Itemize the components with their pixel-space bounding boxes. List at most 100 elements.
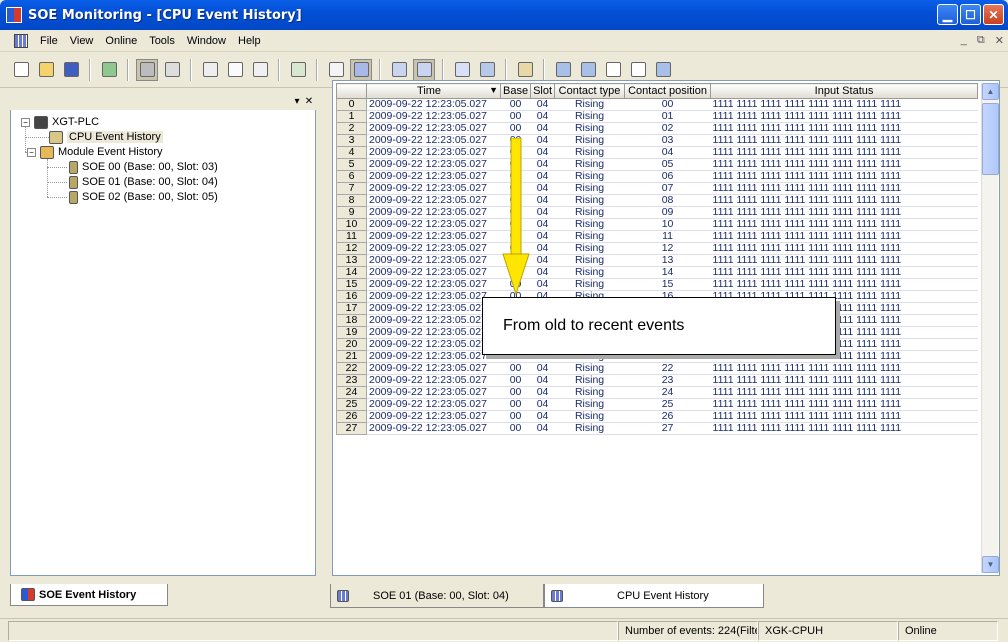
cell-contact-position: 05: [624, 158, 711, 171]
header-contact-position[interactable]: Contact position: [624, 83, 712, 99]
mdi-restore-icon[interactable]: ⧉: [977, 34, 985, 47]
mdi-close-icon[interactable]: ✕: [995, 34, 1004, 47]
tree-node-soe-02[interactable]: SOE 02 (Base: 00, Slot: 05): [69, 190, 218, 204]
tree-node-label: SOE 00 (Base: 00, Slot: 03): [82, 161, 218, 173]
table-row[interactable]: 27 2009-09-22 12:23:05.027 00 04 Rising 27 111…: [336, 422, 978, 435]
cell-slot: 04: [530, 146, 555, 159]
menu-help[interactable]: Help: [232, 35, 267, 47]
tile-icon[interactable]: [577, 59, 599, 81]
cell-base: 00: [500, 362, 531, 375]
menu-file[interactable]: File: [34, 35, 64, 47]
toolbar-separator: [543, 58, 545, 81]
cell-time: 2009-09-22 12:23:05.027: [366, 182, 501, 195]
sort-ascending-icon[interactable]: [388, 59, 410, 81]
soe-app-icon: [6, 7, 22, 23]
table-row[interactable]: 72009-09-22 12:23:05.0270004Rising071111…: [336, 182, 978, 195]
tab-cpu-event-history[interactable]: CPU Event History: [544, 584, 764, 608]
cell-input-status: 1111 1111 1111 1111 1111 1111 1111 1111: [710, 422, 978, 435]
open-folder-icon[interactable]: [35, 59, 57, 81]
table-row[interactable]: 62009-09-22 12:23:05.0270004Rising061111…: [336, 170, 978, 183]
copy-icon[interactable]: [224, 59, 246, 81]
tree-node-module-event-history[interactable]: − Module Event History: [27, 145, 163, 159]
scroll-thumb[interactable]: [982, 103, 999, 175]
scroll-up-icon[interactable]: ▲: [982, 83, 999, 100]
mdi-minimize-icon[interactable]: _: [961, 34, 967, 47]
table-row[interactable]: 102009-09-22 12:23:05.0270004Rising10111…: [336, 218, 978, 231]
export-excel-icon[interactable]: [98, 59, 120, 81]
table-row[interactable]: 132009-09-22 12:23:05.0270004Rising13111…: [336, 254, 978, 267]
table-row[interactable]: 92009-09-22 12:23:05.0270004Rising091111…: [336, 206, 978, 219]
table-row[interactable]: 0 2009-09-22 12:23:05.027 00 04 Rising 00 1111…: [336, 98, 978, 111]
print-icon[interactable]: [136, 58, 158, 81]
event-table: Time ▼ Base Slot Contact type Contact po…: [336, 83, 978, 435]
table-row[interactable]: 25 2009-09-22 12:23:05.027 00 04 Rising 25 111…: [336, 398, 978, 411]
header-input-status[interactable]: Input Status: [710, 83, 978, 99]
header-time[interactable]: Time ▼: [366, 83, 501, 99]
refresh-icon[interactable]: [451, 59, 473, 81]
new-file-icon[interactable]: [10, 59, 32, 81]
tab-soe-01[interactable]: SOE 01 (Base: 00, Slot: 04): [330, 584, 544, 608]
table-row[interactable]: 32009-09-22 12:23:05.0270004Rising031111…: [336, 134, 978, 147]
table-row[interactable]: 82009-09-22 12:23:05.0270004Rising081111…: [336, 194, 978, 207]
collapse-icon[interactable]: −: [27, 147, 36, 157]
excel-icon[interactable]: [249, 59, 271, 81]
header-slot[interactable]: Slot: [530, 83, 556, 99]
table-row[interactable]: 42009-09-22 12:23:05.0270004Rising041111…: [336, 146, 978, 159]
cell-contact-type: Rising: [554, 278, 625, 291]
vertical-icon[interactable]: [627, 59, 649, 81]
table-row[interactable]: 2 2009-09-22 12:23:05.027 00 04 Rising 02 1111…: [336, 122, 978, 135]
table-row[interactable]: 52009-09-22 12:23:05.0270004Rising051111…: [336, 158, 978, 171]
menu-view[interactable]: View: [64, 35, 100, 47]
edit-icon[interactable]: [199, 59, 221, 81]
table-row[interactable]: 22 2009-09-22 12:23:05.027 00 04 Rising 22 111…: [336, 362, 978, 375]
table-row[interactable]: 1 2009-09-22 12:23:05.027 00 04 Rising 01 1111…: [336, 110, 978, 123]
tab-soe-event-history[interactable]: SOE Event History: [10, 584, 168, 606]
window-icon[interactable]: [652, 59, 674, 81]
header-contact-type[interactable]: Contact type: [554, 83, 626, 99]
row-index: 20: [336, 338, 367, 351]
table-header-row: Time ▼ Base Slot Contact type Contact po…: [336, 83, 978, 99]
mdi-document-icon[interactable]: [14, 33, 28, 48]
cascade-icon[interactable]: [552, 59, 574, 81]
vertical-scrollbar[interactable]: ▲ ▼: [981, 83, 999, 573]
table-row[interactable]: 142009-09-22 12:23:05.0270004Rising14111…: [336, 266, 978, 279]
table-row[interactable]: 26 2009-09-22 12:23:05.027 00 04 Rising 26 111…: [336, 410, 978, 423]
sort-descending-icon[interactable]: [413, 58, 435, 81]
table-row[interactable]: 24 2009-09-22 12:23:05.027 00 04 Rising 24 111…: [336, 386, 978, 399]
tree-node-label: XGT-PLC: [52, 116, 100, 128]
row-index: 16: [336, 290, 367, 303]
copy-table-icon[interactable]: [287, 59, 309, 81]
minimize-icon[interactable]: ▁: [937, 4, 958, 25]
header-index[interactable]: [336, 83, 367, 99]
cell-slot: 04: [530, 278, 555, 291]
plc-icon[interactable]: [514, 59, 536, 81]
maximize-icon[interactable]: ☐: [960, 4, 981, 25]
close-icon[interactable]: ✕: [983, 4, 1004, 25]
tree-node-soe-01[interactable]: SOE 01 (Base: 00, Slot: 04): [69, 175, 218, 189]
find-icon[interactable]: [476, 59, 498, 81]
menu-tools[interactable]: Tools: [143, 35, 181, 47]
header-base[interactable]: Base: [499, 83, 532, 99]
scroll-down-icon[interactable]: ▼: [982, 556, 999, 573]
menu-window[interactable]: Window: [181, 35, 232, 47]
cell-input-status: 1111 1111 1111 1111 1111 1111 1111 1111: [710, 146, 978, 159]
horizontal-icon[interactable]: [602, 59, 624, 81]
save-icon[interactable]: [60, 59, 82, 81]
list-view-icon[interactable]: [325, 59, 347, 81]
table-row[interactable]: 122009-09-22 12:23:05.0270004Rising12111…: [336, 242, 978, 255]
tree-node-xgt-plc[interactable]: − XGT-PLC: [21, 115, 99, 129]
menu-online[interactable]: Online: [99, 35, 143, 47]
pane-dropdown-icon[interactable]: ▾: [292, 96, 302, 110]
tree-node-soe-00[interactable]: SOE 00 (Base: 00, Slot: 03): [69, 160, 218, 174]
row-index: 6: [336, 170, 367, 183]
table-row[interactable]: 23 2009-09-22 12:23:05.027 00 04 Rising 23 111…: [336, 374, 978, 387]
grid-doc-icon: [337, 589, 349, 602]
print-preview-icon[interactable]: [161, 59, 183, 81]
table-row[interactable]: 152009-09-22 12:23:05.0270004Rising15111…: [336, 278, 978, 291]
collapse-icon[interactable]: −: [21, 117, 30, 127]
tree-node-cpu-event-history[interactable]: CPU Event History: [49, 130, 163, 144]
table-row[interactable]: 112009-09-22 12:23:05.0270004Rising11111…: [336, 230, 978, 243]
toolbar-separator: [127, 58, 129, 81]
screen-view-icon[interactable]: [350, 58, 372, 81]
pane-close-icon[interactable]: ✕: [304, 96, 314, 110]
